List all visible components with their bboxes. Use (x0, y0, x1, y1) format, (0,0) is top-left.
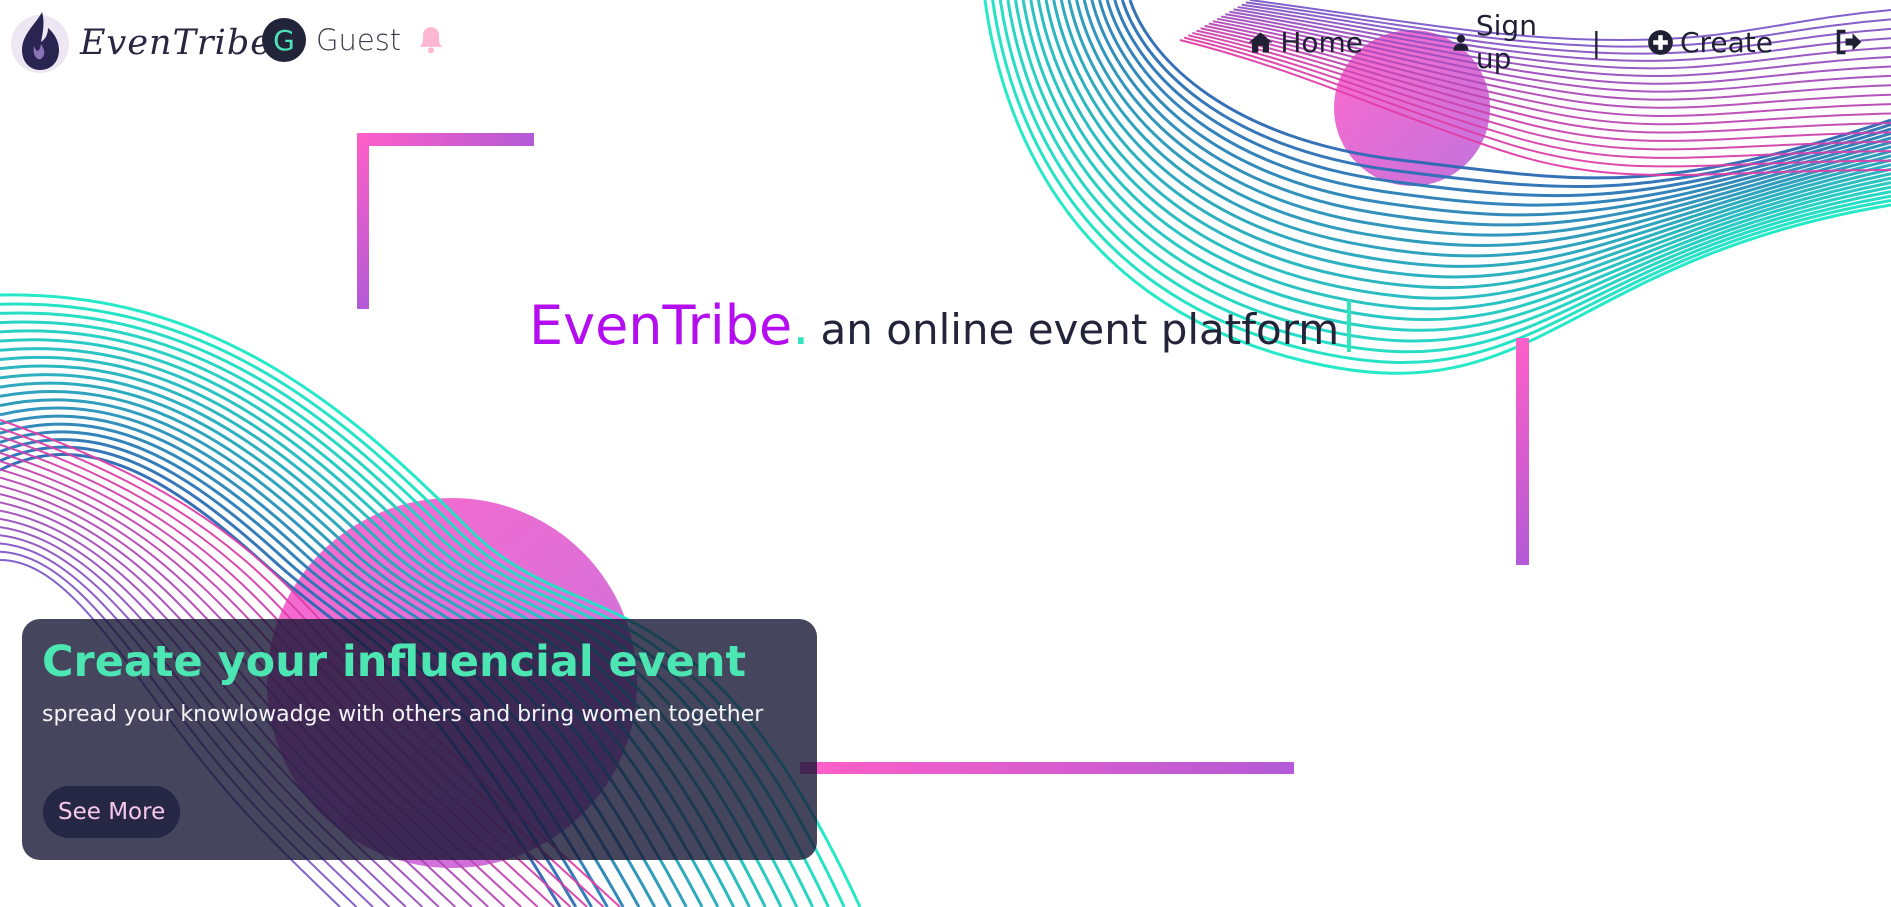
nav-create-label: Create (1679, 25, 1773, 59)
hero-tagline: an online event platform (820, 305, 1340, 354)
caption-card: Create your influencial event spread you… (22, 619, 817, 860)
nav-signup-link[interactable]: Sign up (1452, 9, 1546, 75)
card-title: Create your influencial event (42, 637, 747, 687)
navbar: EvenTribe G Guest Home Sign up | Create (0, 0, 1891, 82)
hero-brand-word: EvenTribe (529, 294, 793, 357)
plus-circle-icon (1648, 29, 1673, 55)
logo-icon (11, 12, 69, 73)
nav-signup-label: Sign up (1475, 9, 1537, 75)
see-more-button[interactable]: See More (43, 786, 181, 838)
user-name: Guest (316, 23, 402, 57)
home-icon (1249, 31, 1273, 53)
nav-create-link[interactable]: Create (1647, 26, 1773, 59)
decor-bar-top-left-vertical (357, 133, 369, 309)
decor-bar-top-left-horizontal (357, 133, 534, 146)
hero-brand-dot: . (792, 294, 810, 357)
decor-bar-right-vertical (1516, 338, 1529, 565)
card-text: spread your knowlowadge with others and … (42, 702, 764, 727)
nav-separator: | (1591, 25, 1601, 59)
typing-cursor (1347, 300, 1352, 352)
hero-headline: EvenTribe. an online event platform (529, 294, 1352, 357)
user-icon (1453, 34, 1469, 51)
avatar[interactable]: G (262, 18, 306, 62)
nav-home-link[interactable]: Home (1247, 26, 1363, 59)
nav-home-label: Home (1280, 25, 1363, 59)
brand-name: EvenTribe (80, 23, 272, 63)
user-info: G Guest (262, 18, 445, 62)
bell-icon[interactable] (417, 25, 445, 55)
logout-icon[interactable] (1835, 28, 1863, 56)
brand-link[interactable]: EvenTribe (8, 6, 272, 78)
decor-bar-bottom-horizontal (800, 762, 1294, 774)
